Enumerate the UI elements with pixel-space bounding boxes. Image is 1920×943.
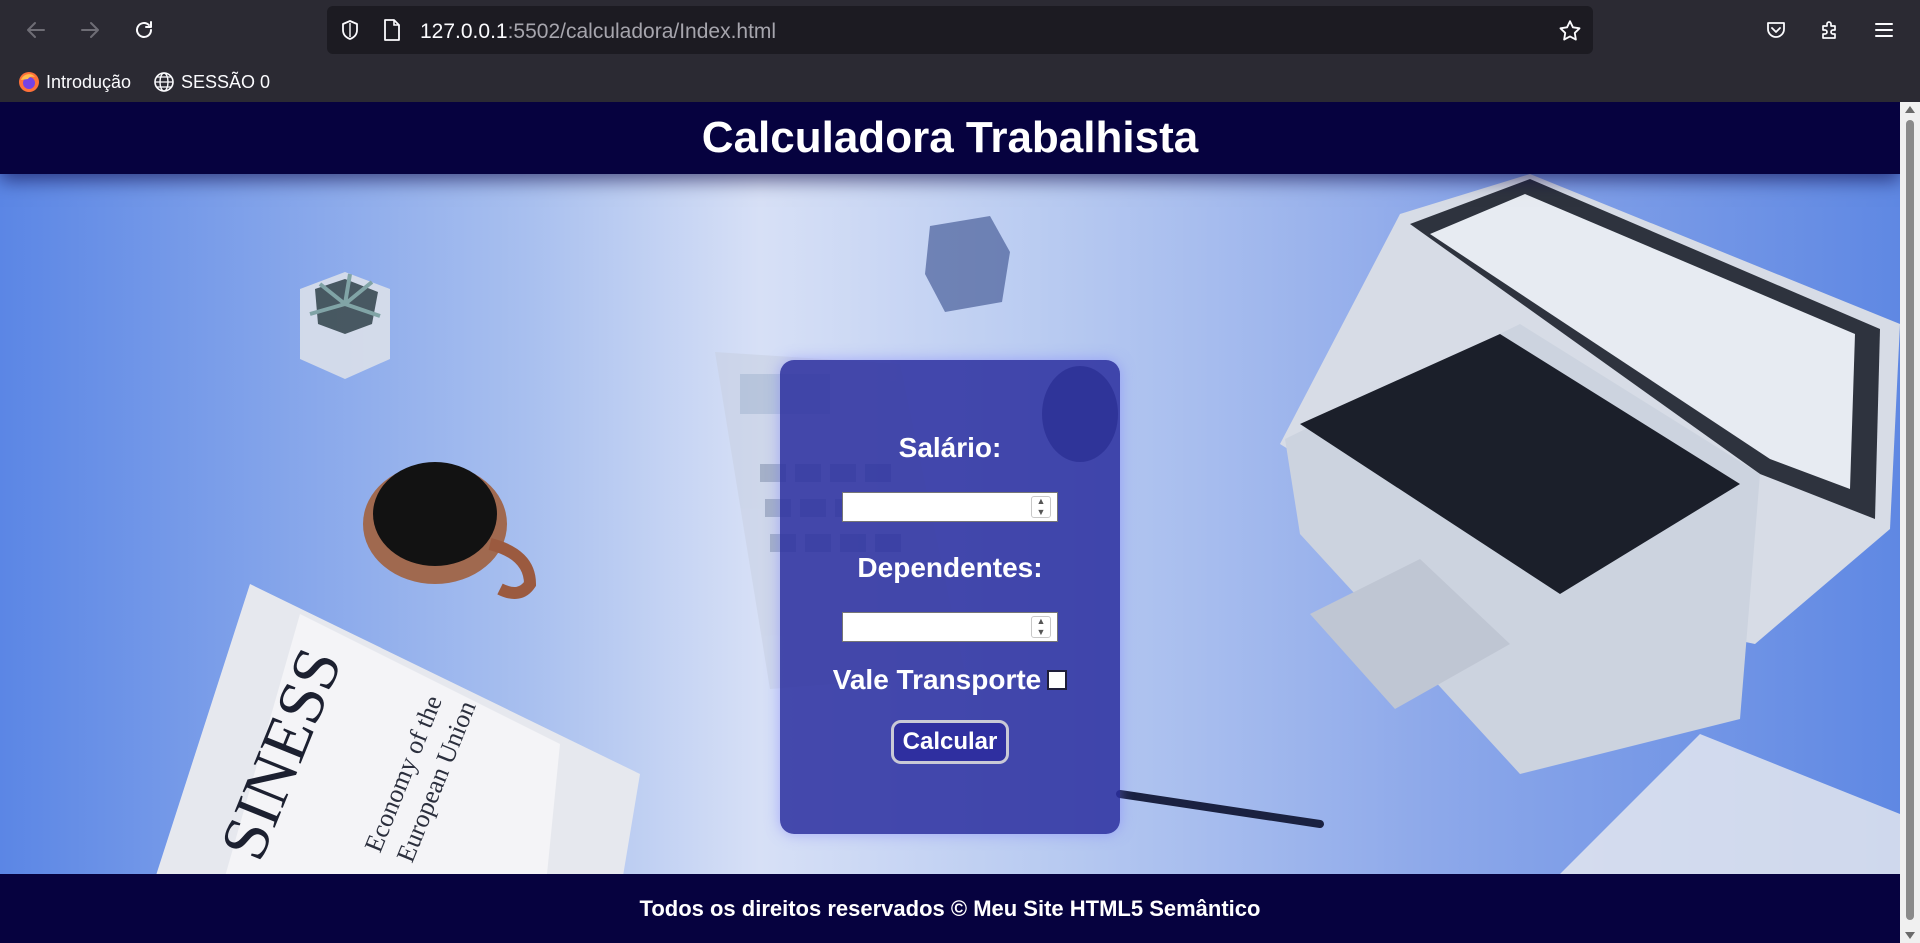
bookmark-star-icon[interactable] [1557,18,1583,44]
salario-field[interactable] [843,493,1023,521]
dependentes-field[interactable] [843,613,1023,641]
url-path: :5502/calculadora/Index.html [507,20,777,43]
spin-up-icon[interactable]: ▲ [1037,497,1046,506]
arrow-left-icon [27,22,45,38]
vale-transporte-checkbox[interactable] [1047,670,1068,690]
site-footer: Todos os direitos reservados © Meu Site … [0,874,1900,943]
dependentes-label: Dependentes: [857,552,1043,583]
globe-icon [154,72,174,92]
scroll-down-icon[interactable] [1905,932,1915,939]
scroll-thumb[interactable] [1906,120,1914,920]
calcular-button[interactable]: Calcular [891,720,1009,764]
vale-transporte-label: Vale Transporte [832,664,1042,695]
salario-spinner[interactable]: ▲ ▼ [1031,496,1051,518]
bookmark-label: SESSÃO 0 [181,71,271,92]
vale-transporte-row: Vale Transporte [833,664,1068,696]
spin-down-icon[interactable]: ▼ [1037,508,1046,517]
arrow-right-icon [81,22,99,38]
bookmarks-bar: Introdução SESSÃO 0 [0,62,1920,102]
page-scrollbar[interactable] [1900,102,1920,943]
dependentes-input[interactable]: ▲ ▼ [842,612,1058,642]
page-icon [384,19,400,41]
calculator-form: Salário: ▲ ▼ Dependentes: ▲ ▼ Vale Trans… [780,360,1120,834]
firefox-icon [19,72,39,92]
url-host: 127.0.0.1 [420,20,508,43]
bookmark-label: Introdução [46,71,132,92]
salario-input[interactable]: ▲ ▼ [842,492,1058,522]
page-title: Calculadora Trabalhista [701,113,1199,162]
menu-button[interactable] [1866,12,1902,48]
footer-text: Todos os direitos reservados © Meu Site … [639,895,1261,921]
forward-button[interactable] [72,12,108,48]
scroll-up-icon[interactable] [1905,106,1915,113]
browser-toolbar: 127.0.0.1:5502/calculadora/Index.html [0,0,1920,62]
back-button[interactable] [18,12,54,48]
spin-down-icon[interactable]: ▼ [1037,628,1046,637]
spin-up-icon[interactable]: ▲ [1037,617,1046,626]
bookmark-sessao-0[interactable]: SESSÃO 0 [153,70,270,94]
page-viewport: Calculadora Trabalhista SINESS Economy o… [0,102,1900,943]
reload-button[interactable] [126,12,162,48]
hero-background: SINESS Economy of the European Union Sal… [0,174,1900,874]
bookmark-introducao[interactable]: Introdução [18,70,131,94]
puzzle-icon [1822,21,1836,39]
url-text[interactable]: 127.0.0.1:5502/calculadora/Index.html [420,20,776,44]
dependentes-spinner[interactable]: ▲ ▼ [1031,616,1051,638]
extensions-button[interactable] [1812,12,1848,48]
site-header: Calculadora Trabalhista [0,102,1900,174]
pocket-icon [1767,22,1785,38]
reload-icon [136,21,152,38]
url-bar[interactable]: 127.0.0.1:5502/calculadora/Index.html [327,6,1593,54]
hamburger-menu-icon [1875,23,1893,37]
shield-icon [342,20,358,40]
salario-label: Salário: [898,432,1002,463]
pocket-button[interactable] [1758,12,1794,48]
